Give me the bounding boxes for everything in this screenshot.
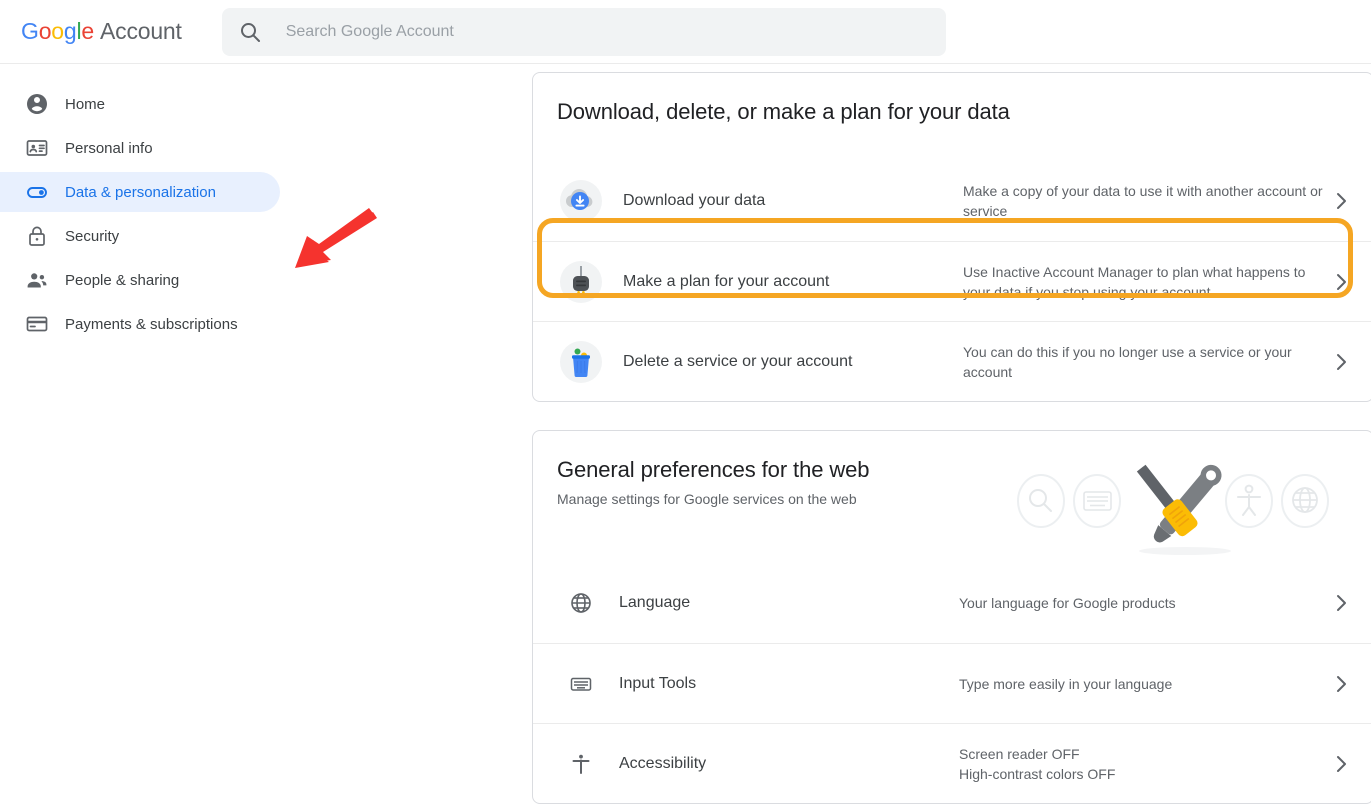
main-content: Download, delete, or make a plan for you…: [532, 64, 1371, 804]
row-language[interactable]: Language Your language for Google produc…: [533, 563, 1371, 643]
sidebar-item-label: Security: [65, 227, 120, 245]
card-subtitle: Manage settings for Google services on t…: [557, 491, 857, 507]
sidebar-item-label: Personal info: [65, 139, 153, 157]
app-header: Google Account: [0, 0, 1371, 64]
globe-icon: [569, 591, 593, 615]
sidebar-item-payments-subscriptions[interactable]: Payments & subscriptions: [0, 304, 280, 344]
chevron-right-icon: [1329, 270, 1353, 294]
sidebar-item-label: Payments & subscriptions: [65, 315, 238, 333]
chevron-right-icon: [1329, 752, 1353, 776]
row-description: Screen reader OFF High-contrast colors O…: [959, 745, 1116, 782]
row-label: Accessibility: [619, 754, 707, 772]
sidebar: Home Personal info Data & personalizatio…: [0, 64, 532, 736]
sidebar-item-home[interactable]: Home: [0, 84, 280, 124]
row-label: Input Tools: [619, 674, 697, 692]
sidebar-item-label: Home: [65, 95, 106, 113]
red-arrow-annotation: [283, 202, 379, 274]
card-title: Download, delete, or make a plan for you…: [557, 99, 1010, 124]
row-label: Delete a service or your account: [623, 352, 853, 370]
card-general-preferences: General preferences for the web Manage s…: [532, 430, 1371, 804]
card-data-management: Download, delete, or make a plan for you…: [532, 72, 1371, 402]
row-label: Make a plan for your account: [623, 272, 830, 290]
google-logo: Google: [21, 18, 94, 44]
toggle-switch-icon: [25, 180, 49, 204]
row-download-your-data[interactable]: Download your data Make a copy of your d…: [533, 161, 1371, 241]
search-bar[interactable]: [221, 7, 946, 56]
download-cloud-icon: [557, 177, 605, 225]
card-title: General preferences for the web: [557, 457, 870, 482]
chevron-right-icon: [1329, 591, 1353, 615]
brand-word: Account: [100, 18, 182, 44]
sidebar-item-people-sharing[interactable]: People & sharing: [0, 260, 280, 300]
sidebar-item-label: Data & personalization: [65, 183, 216, 201]
row-description: Make a copy of your data to use it with …: [963, 183, 1323, 219]
sidebar-item-personal-info[interactable]: Personal info: [0, 128, 280, 168]
accessibility-icon: [569, 752, 593, 776]
row-accessibility[interactable]: Accessibility Screen reader OFF High-con…: [533, 723, 1371, 803]
row-description: Use Inactive Account Manager to plan wha…: [963, 263, 1306, 300]
trash-bin-icon: [557, 338, 605, 386]
row-label: Download your data: [623, 192, 766, 209]
row-description: Type more easily in your language: [959, 675, 1173, 692]
row-make-a-plan[interactable]: Make a plan for your account Use Inactiv…: [533, 241, 1371, 321]
sidebar-item-label: People & sharing: [65, 271, 180, 289]
chevron-right-icon: [1329, 672, 1353, 696]
keyboard-icon: [569, 672, 593, 696]
search-icon: [238, 20, 262, 44]
row-description: Your language for Google products: [959, 595, 1176, 611]
contact-card-icon: [25, 136, 49, 160]
row-description: You can do this if you no longer use a s…: [963, 343, 1292, 380]
search-input[interactable]: [283, 21, 930, 42]
account-circle-icon: [25, 92, 49, 116]
chevron-right-icon: [1329, 350, 1353, 374]
row-delete-service-or-account[interactable]: Delete a service or your account You can…: [533, 321, 1371, 401]
sidebar-item-data-personalization[interactable]: Data & personalization: [0, 172, 280, 212]
row-input-tools[interactable]: Input Tools Type more easily in your lan…: [533, 643, 1371, 723]
sidebar-item-security[interactable]: Security: [0, 216, 280, 256]
row-label: Language: [619, 594, 691, 611]
chevron-right-icon: [1329, 189, 1353, 213]
power-plug-icon: [557, 258, 605, 306]
lock-icon: [25, 224, 49, 248]
people-icon: [25, 268, 49, 292]
brand: Google Account: [21, 18, 182, 45]
credit-card-icon: [25, 312, 49, 336]
